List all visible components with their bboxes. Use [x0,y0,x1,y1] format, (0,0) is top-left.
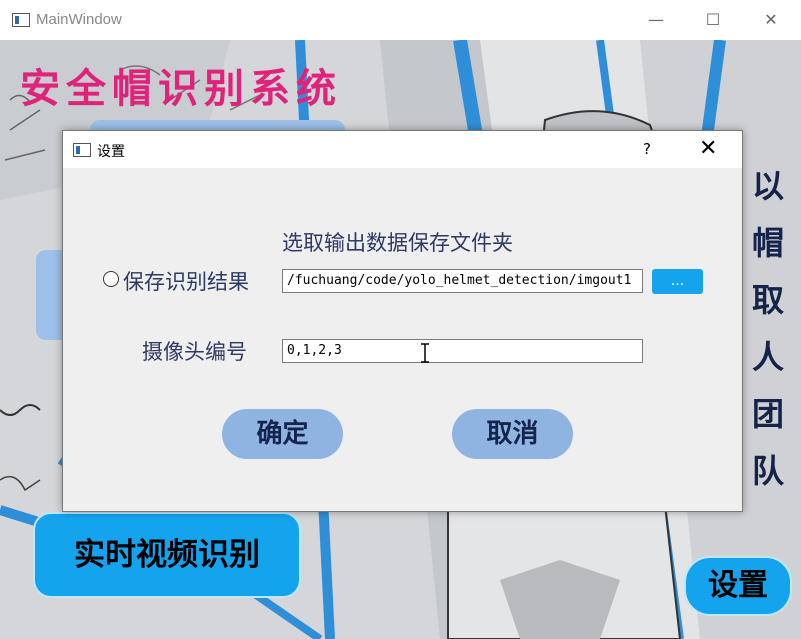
slogan-char: 人 [751,338,784,376]
settings-button[interactable]: 设置 [684,556,792,616]
folder-prompt-label: 选取输出数据保存文件夹 [282,231,513,255]
dialog-title: 设置 [97,144,125,160]
realtime-video-button[interactable]: 实时视频识别 [33,512,301,598]
help-button[interactable]: ? [643,140,651,158]
ok-button[interactable]: 确定 [222,409,343,459]
app-window-icon [12,13,30,27]
minimize-button[interactable]: — [633,4,679,36]
dialog-window-icon [73,143,91,157]
dialog-titlebar: 设置 ? ✕ [63,131,742,168]
app-title: 安全帽识别系统 [20,66,342,112]
slogan-char: 取 [751,281,784,319]
camera-id-field[interactable]: 0,1,2,3 [282,339,643,363]
slogan-char: 以 [751,167,784,205]
slogan-char: 帽 [751,224,784,262]
window-title: MainWindow [36,11,122,28]
slogan-char: 队 [751,452,784,490]
cancel-button[interactable]: 取消 [452,409,573,459]
window-close-button[interactable]: ✕ [748,4,794,36]
save-result-label[interactable]: 保存识别结果 [123,266,249,296]
dialog-close-button[interactable]: ✕ [699,136,717,161]
settings-dialog: 设置 ? ✕ 选取输出数据保存文件夹 保存识别结果 /fuchuang/code… [62,130,743,512]
maximize-button[interactable]: ☐ [690,4,736,36]
save-path-field[interactable]: /fuchuang/code/yolo_helmet_detection/img… [282,269,643,293]
window-titlebar: MainWindow — ☐ ✕ [0,0,801,40]
save-result-radio[interactable] [103,271,119,287]
camera-label: 摄像头编号 [142,340,247,364]
slogan-vertical: 以 帽 取 人 团 队 [748,158,788,500]
browse-button[interactable]: ... [652,269,703,294]
text-cursor-icon [421,343,429,363]
slogan-char: 团 [751,395,784,433]
